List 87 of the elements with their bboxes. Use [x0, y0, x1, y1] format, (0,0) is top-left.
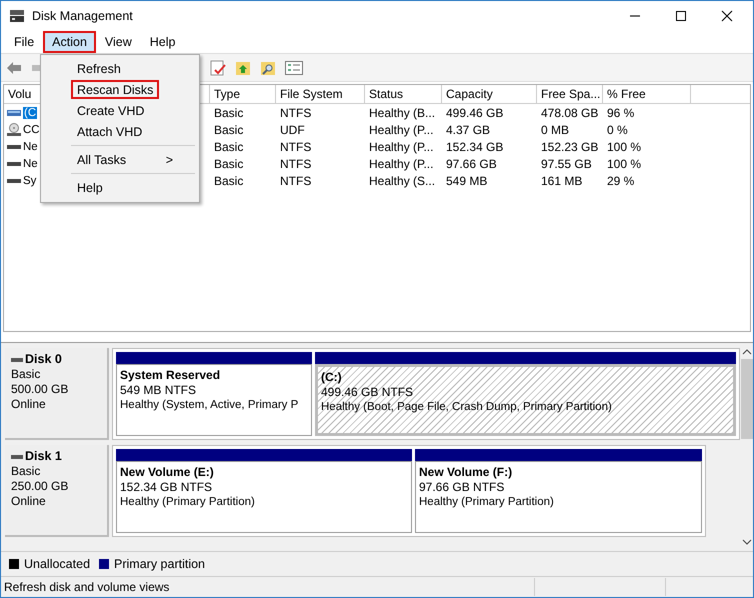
table-cell: NTFS [280, 140, 312, 154]
table-cell: 478.08 GB [541, 106, 598, 120]
table-cell: Healthy (P... [369, 156, 434, 170]
table-cell: 29 % [607, 174, 634, 188]
table-cell: 161 MB [541, 174, 582, 188]
table-cell: 4.37 GB [446, 122, 490, 136]
disk-name: Disk 0 [25, 352, 62, 367]
list-view-icon[interactable] [285, 60, 303, 74]
partition-detail: 499.46 GB NTFS [321, 385, 414, 400]
disk-type: Basic [11, 464, 42, 479]
table-cell: 0 % [607, 122, 628, 136]
table-cell: Healthy (P... [369, 140, 434, 154]
column-header[interactable]: Type [210, 85, 276, 103]
menu-option[interactable]: Refresh [71, 59, 183, 78]
menu-option[interactable]: Create VHD [71, 101, 183, 120]
column-header[interactable]: Status [365, 85, 442, 103]
table-cell: Healthy (S... [369, 174, 436, 188]
volume-name: CC [23, 124, 40, 136]
table-cell: Basic [214, 174, 244, 188]
table-cell: 152.34 GB [446, 140, 504, 154]
table-cell: Basic [214, 106, 244, 120]
partition-detail: 97.66 GB NTFS [419, 480, 506, 495]
partition-detail: 549 MB NTFS [120, 383, 198, 398]
table-cell: Basic [214, 140, 244, 154]
table-cell: 97.55 GB [541, 156, 592, 170]
menu-item[interactable]: Help [140, 31, 184, 53]
partition-name: New Volume (E:) [120, 465, 215, 480]
column-header[interactable]: File System [276, 85, 365, 103]
scroll-up-icon[interactable] [742, 349, 752, 355]
partition-name: System Reserved [120, 368, 222, 383]
table-cell: NTFS [280, 174, 312, 188]
partition-detail: 152.34 GB NTFS [120, 480, 214, 495]
table-cell: Healthy (B... [369, 106, 436, 120]
menu-option[interactable]: Attach VHD [71, 122, 183, 141]
menu-item[interactable]: File [5, 31, 44, 53]
maximize-icon[interactable] [675, 10, 687, 22]
table-cell: 97.66 GB [446, 156, 497, 170]
legend-label: Primary partition [114, 557, 206, 571]
legend-label: Unallocated [24, 557, 90, 571]
disk-state: Online [11, 494, 47, 509]
table-cell: 152.23 GB [541, 140, 598, 154]
app-icon [9, 9, 25, 23]
drive-icon [7, 108, 21, 118]
close-icon[interactable] [721, 10, 733, 22]
table-cell: 100 % [607, 156, 642, 170]
partition-status: Healthy (Primary Partition) [120, 495, 256, 510]
table-cell: Healthy (P... [369, 122, 434, 136]
disk-name: Disk 1 [25, 449, 62, 464]
volume-name: (C [23, 106, 38, 118]
partition-status: Healthy (Primary Partition) [419, 495, 555, 510]
folder-search-icon[interactable] [260, 60, 276, 76]
partition-name: New Volume (F:) [419, 465, 514, 480]
optical-drive-icon [7, 122, 21, 136]
table-cell: 499.46 GB [446, 106, 504, 120]
volume-name: Sy [23, 174, 36, 186]
table-cell: Basic [214, 156, 244, 170]
menu-option[interactable]: Rescan Disks [71, 80, 160, 99]
column-header[interactable]: % Free [603, 85, 691, 103]
menu-item[interactable]: Action [43, 31, 96, 53]
window-title: Disk Management [32, 9, 133, 23]
checklist-icon[interactable] [210, 60, 226, 76]
menu-option[interactable]: Help [71, 178, 183, 197]
table-cell: 549 MB [446, 174, 488, 188]
menu-option[interactable]: All Tasks > [71, 150, 183, 169]
table-cell: 0 MB [541, 122, 570, 136]
disk-size: 500.00 GB [11, 382, 70, 397]
partition-name: (C:) [321, 370, 343, 385]
table-cell: UDF [280, 122, 305, 136]
status-text: Refresh disk and volume views [3, 580, 170, 594]
volume-name: Ne [23, 140, 38, 152]
table-cell: NTFS [280, 106, 312, 120]
menu-item[interactable]: View [96, 31, 141, 53]
table-cell: 100 % [607, 140, 642, 154]
column-header[interactable]: Free Spa... [537, 85, 603, 103]
back-arrow-icon[interactable] [6, 60, 22, 74]
scroll-down-icon[interactable] [742, 539, 752, 545]
table-cell: Basic [214, 122, 244, 136]
partition-status: Healthy (System, Active, Primary P [120, 398, 300, 413]
table-cell: NTFS [280, 156, 312, 170]
partition-status: Healthy (Boot, Page File, Crash Dump, Primary Partition) [321, 400, 613, 415]
disk-size: 250.00 GB [11, 479, 70, 494]
volume-name: Ne [23, 158, 38, 170]
table-cell: 96 % [607, 106, 634, 120]
folder-up-icon[interactable] [235, 60, 251, 76]
column-header[interactable]: Capacity [442, 85, 537, 103]
disk-type: Basic [11, 367, 42, 382]
disk-state: Online [11, 397, 47, 412]
